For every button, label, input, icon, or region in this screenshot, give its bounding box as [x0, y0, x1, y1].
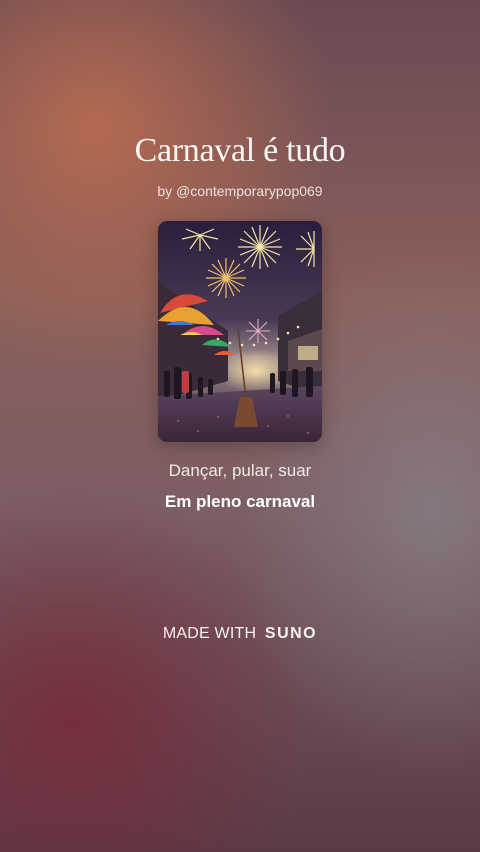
lyric-line-1: Dançar, pular, suar: [168, 461, 312, 480]
lyric-line-2: Em pleno carnaval: [164, 492, 316, 511]
suno-logo: SUNO: [264, 625, 318, 642]
made-with-label: MADE WITH: [162, 625, 257, 642]
made-with-suno-badge[interactable]: MADE WITH SUNO: [0, 625, 480, 643]
artist-byline[interactable]: by @contemporarypop069: [0, 183, 480, 199]
song-title: Carnaval é tudo: [134, 132, 346, 169]
cover-art: [158, 221, 322, 442]
